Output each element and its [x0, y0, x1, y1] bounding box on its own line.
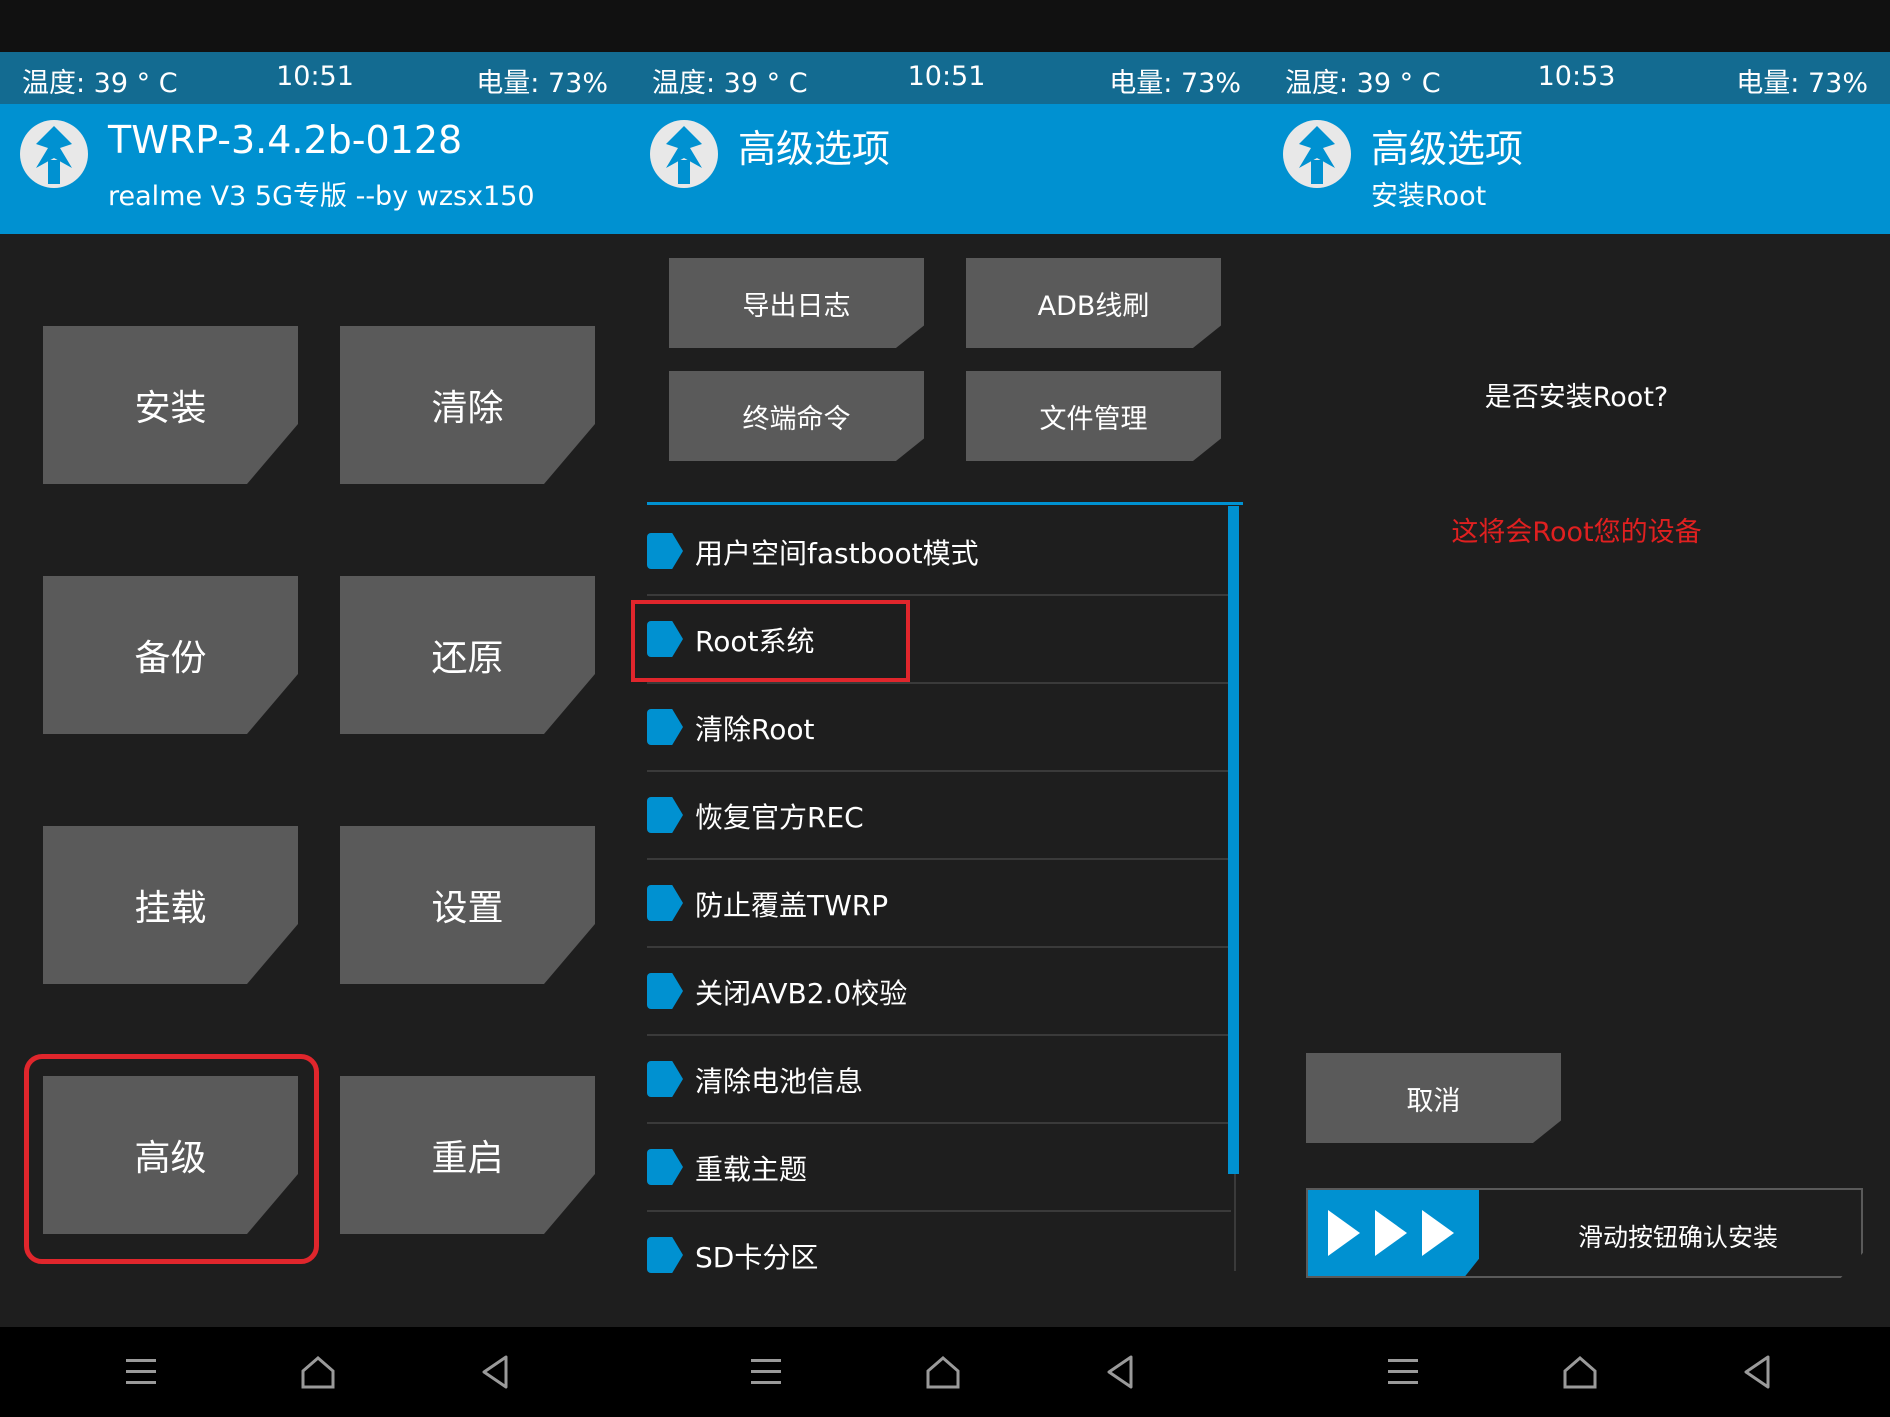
page-title: TWRP-3.4.2b-0128: [108, 118, 463, 162]
home-icon[interactable]: [295, 1349, 341, 1395]
scrollbar-rail: [1234, 1174, 1236, 1271]
app-header: 高级选项 安装Root: [1263, 104, 1890, 234]
twrp-logo-icon: [1283, 120, 1351, 188]
menu-icon[interactable]: [118, 1349, 164, 1395]
play-arrow-icon: [1328, 1210, 1454, 1256]
temperature-readout: 温度: 39 ° C: [652, 68, 808, 99]
back-icon[interactable]: [1734, 1349, 1780, 1395]
back-icon[interactable]: [1097, 1349, 1143, 1395]
list-bullet-icon: [647, 797, 683, 833]
list-bullet-icon: [647, 1061, 683, 1097]
list-item-label: 清除电池信息: [695, 1065, 864, 1098]
clock: 10:51: [276, 61, 354, 92]
list-item-label: 清除Root: [695, 713, 815, 746]
home-icon[interactable]: [1557, 1349, 1603, 1395]
export-log-button[interactable]: 导出日志: [669, 258, 924, 348]
reboot-button[interactable]: 重启: [340, 1076, 595, 1234]
install-root-confirm-screen: 温度: 39 ° C 10:53 电量: 73% 高级选项 安装Root 是否安…: [1263, 0, 1890, 1417]
install-button[interactable]: 安装: [43, 326, 298, 484]
app-header: TWRP-3.4.2b-0128 realme V3 5G专版 --by wzs…: [0, 104, 630, 234]
confirm-question: 是否安装Root?: [1484, 382, 1669, 413]
top-black-bar: [0, 0, 630, 52]
battery-readout: 电量: 73%: [476, 68, 608, 99]
twrp-logo-icon: [20, 120, 88, 188]
list-item[interactable]: 重载主题: [647, 1123, 1231, 1212]
list-item[interactable]: 关闭AVB2.0校验: [647, 947, 1231, 1036]
nav-bar: [630, 1327, 1263, 1417]
home-icon[interactable]: [920, 1349, 966, 1395]
status-bar: 温度: 39 ° C 10:51 电量: 73%: [630, 52, 1263, 104]
list-top-divider: [647, 502, 1243, 505]
settings-button[interactable]: 设置: [340, 826, 595, 984]
status-bar: 温度: 39 ° C 10:51 电量: 73%: [0, 52, 630, 104]
adb-sideload-button[interactable]: ADB线刷: [966, 258, 1221, 348]
list-item[interactable]: 清除Root: [647, 683, 1231, 772]
list-item[interactable]: 用户空间fastboot模式: [647, 507, 1231, 596]
menu-icon[interactable]: [743, 1349, 789, 1395]
list-bullet-icon: [647, 709, 683, 745]
list-bullet-icon: [647, 533, 683, 569]
warning-text: 这将会Root您的设备: [1451, 517, 1702, 548]
nav-bar: [1263, 1327, 1890, 1417]
mount-button[interactable]: 挂载: [43, 826, 298, 984]
list-item-label: SD卡分区: [695, 1241, 819, 1274]
clock: 10:51: [907, 61, 986, 92]
top-black-bar: [1263, 0, 1890, 52]
list-item-label: 关闭AVB2.0校验: [695, 977, 908, 1010]
restore-button[interactable]: 还原: [340, 576, 595, 734]
list-item[interactable]: 清除电池信息: [647, 1035, 1231, 1124]
slider-knob[interactable]: [1308, 1190, 1479, 1276]
advanced-options-screen: 温度: 39 ° C 10:51 电量: 73% 高级选项 导出日志 ADB线刷…: [630, 0, 1263, 1417]
back-icon[interactable]: [472, 1349, 518, 1395]
terminal-button[interactable]: 终端命令: [669, 371, 924, 461]
backup-button[interactable]: 备份: [43, 576, 298, 734]
top-black-bar: [630, 0, 1263, 52]
temperature-readout: 温度: 39 ° C: [1285, 68, 1441, 99]
list-item-label: 防止覆盖TWRP: [695, 889, 889, 922]
list-item-label: 恢复官方REC: [695, 801, 864, 834]
battery-readout: 电量: 73%: [1736, 68, 1868, 99]
status-bar: 温度: 39 ° C 10:53 电量: 73%: [1263, 52, 1890, 104]
list-bullet-icon: [647, 1237, 683, 1273]
clock: 10:53: [1537, 61, 1616, 92]
list-item-label: 重载主题: [695, 1153, 808, 1186]
list-item[interactable]: 防止覆盖TWRP: [647, 859, 1231, 948]
slider-label: 滑动按钮确认安装: [1578, 1223, 1779, 1252]
main-menu-screen: 温度: 39 ° C 10:51 电量: 73% TWRP-3.4.2b-012…: [0, 0, 630, 1417]
swipe-confirm-slider[interactable]: 滑动按钮确认安装: [1306, 1188, 1863, 1278]
highlight-box-root-system: [631, 600, 910, 682]
cancel-button[interactable]: 取消: [1306, 1053, 1561, 1143]
page-subtitle: 安装Root: [1371, 181, 1487, 212]
list-item-label: 用户空间fastboot模式: [695, 537, 979, 570]
list-bullet-icon: [647, 1149, 683, 1185]
highlight-box-advanced: [24, 1054, 319, 1264]
menu-icon[interactable]: [1380, 1349, 1426, 1395]
list-bullet-icon: [647, 973, 683, 1009]
list-item[interactable]: SD卡分区: [647, 1211, 1231, 1298]
nav-bar: [0, 1327, 630, 1417]
twrp-logo-icon: [650, 120, 718, 188]
page-subtitle: realme V3 5G专版 --by wzsx150: [108, 181, 535, 212]
temperature-readout: 温度: 39 ° C: [22, 68, 178, 99]
list-scrollbar[interactable]: [1228, 506, 1239, 1174]
page-title: 高级选项: [738, 127, 891, 171]
file-manager-button[interactable]: 文件管理: [966, 371, 1221, 461]
list-item[interactable]: 恢复官方REC: [647, 771, 1231, 860]
battery-readout: 电量: 73%: [1109, 68, 1241, 99]
list-bullet-icon: [647, 885, 683, 921]
page-title: 高级选项: [1371, 127, 1524, 171]
app-header: 高级选项: [630, 104, 1263, 234]
wipe-button[interactable]: 清除: [340, 326, 595, 484]
